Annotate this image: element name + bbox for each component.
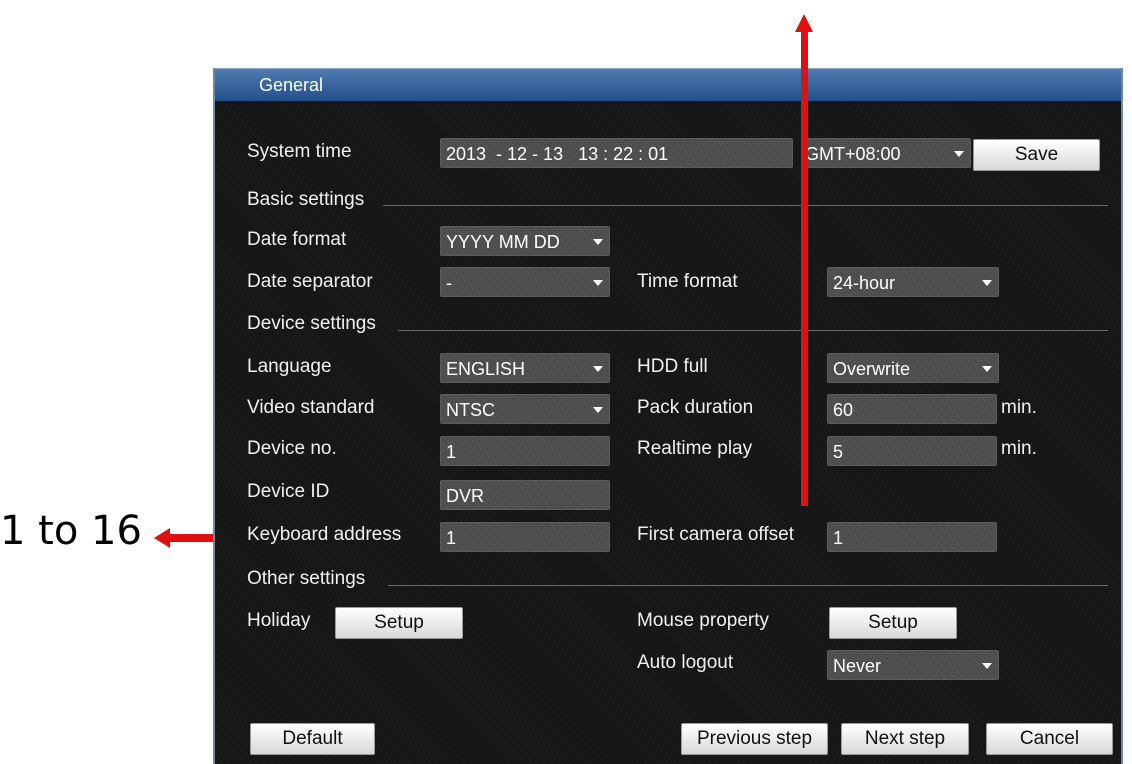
holiday-label: Holiday (247, 610, 311, 631)
chevron-down-icon (982, 280, 992, 286)
section-device-settings: Device settings (247, 313, 376, 334)
date-separator-label: Date separator (247, 271, 373, 292)
chevron-down-icon (954, 151, 964, 157)
holiday-setup-button[interactable]: Setup (335, 607, 463, 639)
language-value: ENGLISH (446, 359, 526, 379)
language-select[interactable]: ENGLISH (440, 353, 610, 383)
annotation-label: 1 to 16 (0, 508, 142, 554)
annotation-arrow-up-shaft (801, 30, 808, 506)
auto-logout-select[interactable]: Never (827, 650, 999, 680)
window-title: General (215, 68, 1121, 101)
language-label: Language (247, 356, 332, 377)
realtime-play-input[interactable]: 5 (827, 436, 997, 466)
time-format-select[interactable]: 24-hour (827, 267, 999, 297)
video-standard-value: NTSC (446, 400, 495, 420)
pack-duration-label: Pack duration (637, 397, 754, 418)
chevron-down-icon (593, 407, 603, 413)
mouse-property-setup-button[interactable]: Setup (829, 607, 957, 639)
first-camera-offset-label: First camera offset (637, 524, 794, 545)
date-separator-value: - (446, 273, 452, 293)
hdd-full-select[interactable]: Overwrite (827, 353, 999, 383)
chevron-down-icon (982, 366, 992, 372)
system-time-label: System time (247, 141, 352, 162)
auto-logout-label: Auto logout (637, 652, 734, 673)
date-separator-select[interactable]: - (440, 267, 610, 297)
chevron-down-icon (593, 366, 603, 372)
date-format-value: YYYY MM DD (446, 232, 560, 252)
system-time-input[interactable]: 2013 - 12 - 13 13 : 22 : 01 (440, 138, 793, 168)
device-id-label: Device ID (247, 481, 330, 502)
general-dialog: General System time 2013 - 12 - 13 13 : … (213, 68, 1123, 764)
timezone-select[interactable]: GMT+08:00 (801, 138, 971, 168)
keyboard-address-input[interactable]: 1 (440, 522, 610, 552)
chevron-down-icon (593, 280, 603, 286)
section-divider (383, 205, 1108, 206)
device-id-input[interactable]: DVR (440, 480, 610, 510)
realtime-play-unit: min. (1001, 438, 1037, 459)
default-button[interactable]: Default (250, 723, 375, 755)
video-standard-select[interactable]: NTSC (440, 394, 610, 424)
first-camera-offset-input[interactable]: 1 (827, 522, 997, 552)
save-button[interactable]: Save (973, 139, 1100, 171)
timezone-value: GMT+08:00 (805, 144, 901, 164)
next-step-button[interactable]: Next step (841, 723, 969, 755)
previous-step-button[interactable]: Previous step (681, 723, 828, 755)
date-format-select[interactable]: YYYY MM DD (440, 226, 610, 256)
chevron-down-icon (982, 663, 992, 669)
section-divider (388, 585, 1108, 586)
hdd-full-value: Overwrite (833, 359, 911, 379)
annotation-arrow-up-icon (795, 14, 813, 32)
mouse-property-label: Mouse property (637, 610, 770, 631)
keyboard-address-label: Keyboard address (247, 524, 402, 545)
section-other-settings: Other settings (247, 568, 366, 589)
chevron-down-icon (593, 239, 603, 245)
auto-logout-value: Never (833, 656, 882, 676)
device-no-label: Device no. (247, 438, 337, 459)
section-basic-settings: Basic settings (247, 189, 365, 210)
cancel-button[interactable]: Cancel (986, 723, 1113, 755)
date-format-label: Date format (247, 229, 347, 250)
pack-duration-input[interactable]: 60 (827, 394, 997, 424)
pack-duration-unit: min. (1001, 397, 1037, 418)
device-no-input[interactable]: 1 (440, 436, 610, 466)
realtime-play-label: Realtime play (637, 438, 753, 459)
section-divider (398, 330, 1108, 331)
hdd-full-label: HDD full (637, 356, 708, 377)
video-standard-label: Video standard (247, 397, 375, 418)
time-format-value: 24-hour (833, 273, 896, 293)
time-format-label: Time format (637, 271, 738, 292)
